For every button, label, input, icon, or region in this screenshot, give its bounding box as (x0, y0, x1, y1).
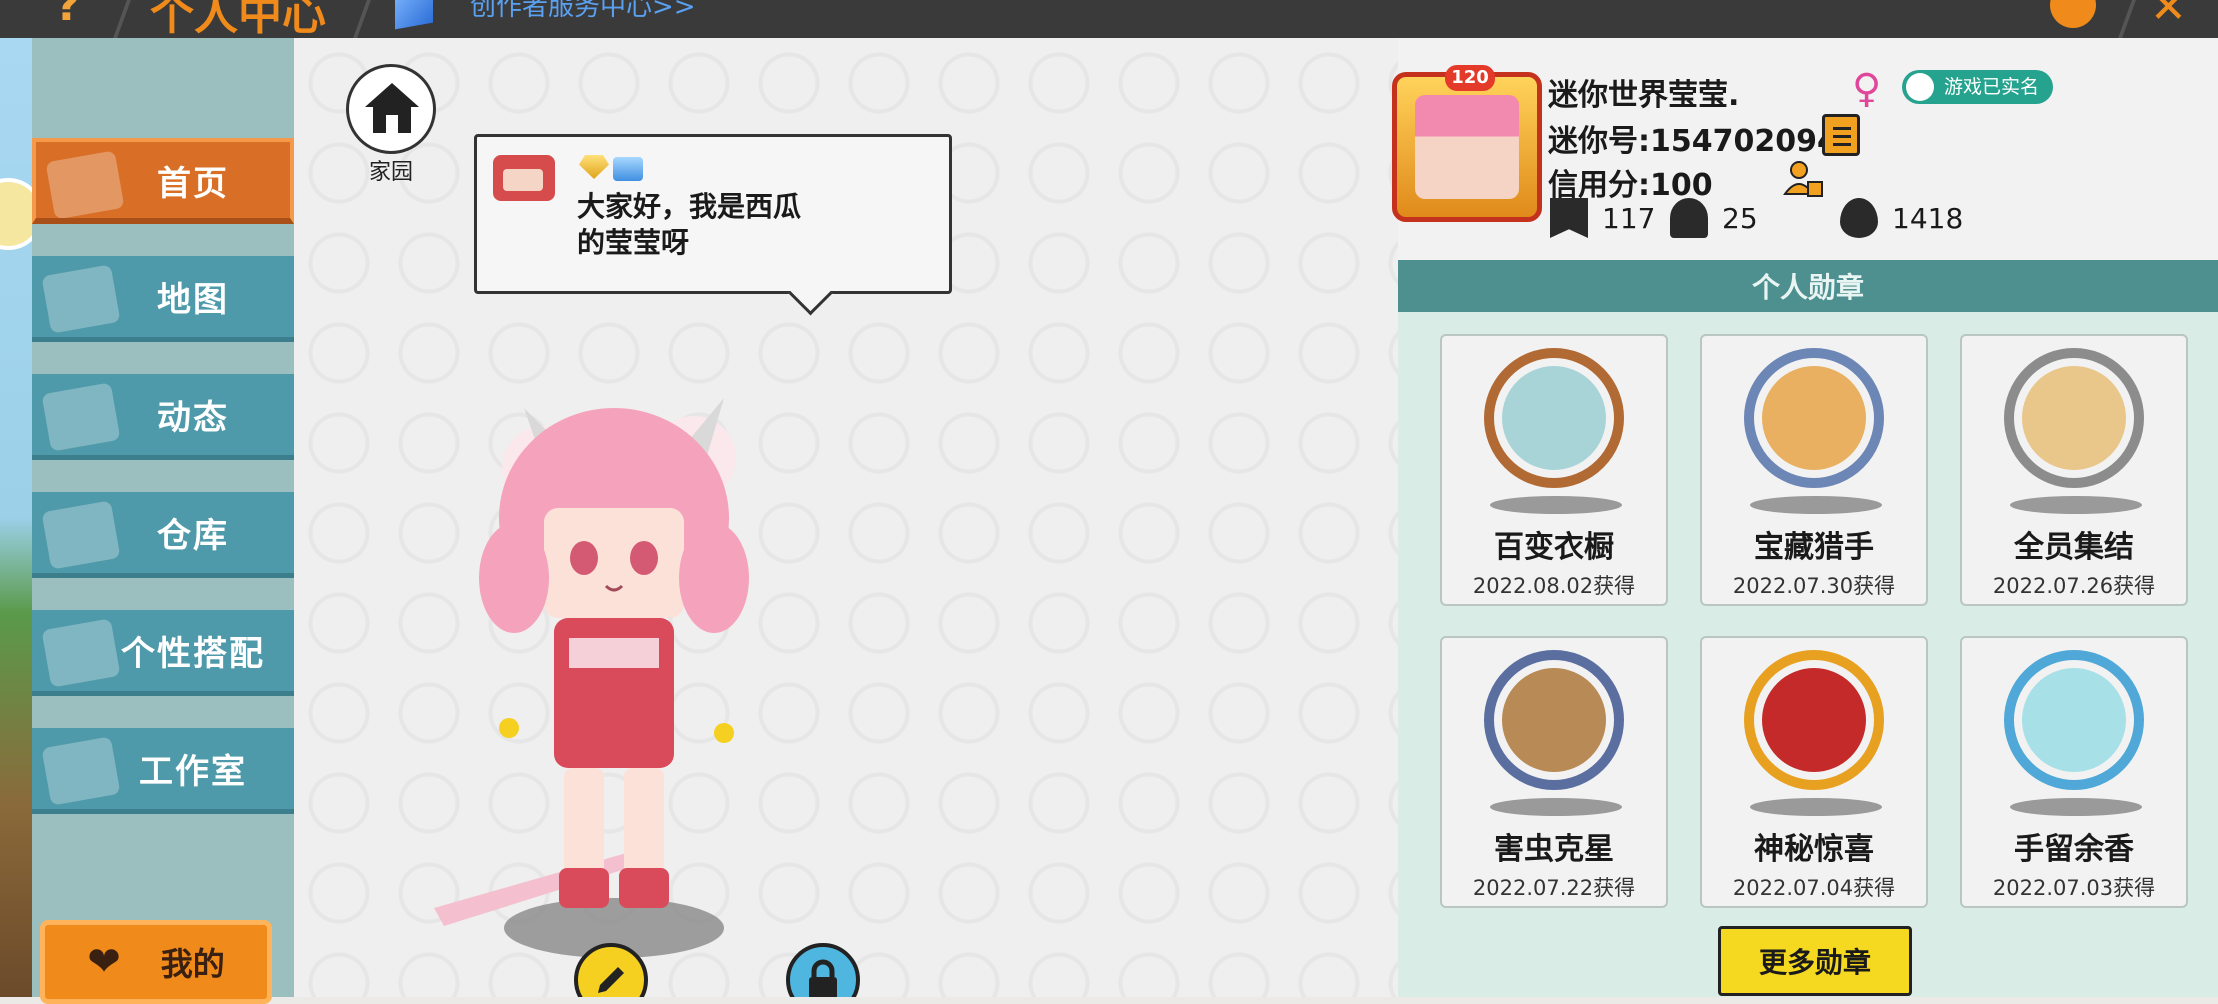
more-badges-button[interactable]: 更多勋章 (1718, 926, 1912, 996)
house-icon (365, 83, 419, 133)
badge-name: 害虫克星 (1494, 832, 1614, 867)
sidebar-item-outfit[interactable]: 个性搭配 (32, 610, 294, 696)
homeland-button[interactable] (346, 64, 436, 154)
badge-card[interactable]: 神秘惊喜 2022.07.04获得 (1700, 636, 1928, 908)
character-showcase: 家园 大家好，我是西瓜的莹莹呀 (294, 38, 1398, 997)
sidebar-item-feed[interactable]: 动态 (32, 374, 294, 460)
heart-icon: ❤ (87, 939, 121, 985)
lock-button[interactable] (786, 943, 860, 997)
medal-shadow (2010, 496, 2142, 514)
page-title: 个人中心 (150, 0, 326, 38)
blue-gem-icon (613, 157, 643, 181)
sidebar-item-home[interactable]: 首页 (32, 138, 294, 224)
wardrobe-medal-icon (1484, 348, 1624, 488)
medal-shadow (1490, 496, 1622, 514)
creator-cube-icon (395, 0, 433, 30)
fragrance-medal-icon (2004, 650, 2144, 790)
credit-person-icon[interactable] (1782, 158, 1824, 200)
badge-card[interactable]: 百变衣橱 2022.08.02获得 (1440, 334, 1668, 606)
badge-card[interactable]: 全员集结 2022.07.26获得 (1960, 334, 2188, 606)
badge-name: 手留余香 (2014, 832, 2134, 867)
badge-name: 神秘惊喜 (1754, 832, 1874, 867)
profile-header: 120 迷你世界莹莹. ♀ 游戏已实名 迷你号:1547020946 信用分:1… (1392, 38, 2218, 260)
badge-card[interactable]: 害虫克星 2022.07.22获得 (1440, 636, 1668, 908)
sidebar: 首页 地图 动态 仓库 个性搭配 工作室 ❤ 我的 (32, 38, 294, 1004)
assemble-medal-icon (2004, 348, 2144, 488)
homeland-label: 家园 (368, 160, 413, 185)
avatar-face-icon (493, 155, 555, 201)
female-gender-icon: ♀ (1852, 66, 1882, 112)
mine-button[interactable]: ❤ 我的 (40, 920, 272, 1004)
badge-date: 2022.07.22获得 (1472, 876, 1636, 900)
fans-count: 25 (1722, 201, 1758, 235)
sidebar-item-label: 地图 (157, 280, 229, 320)
topbar-divider (113, 0, 131, 38)
edit-signature-button[interactable] (574, 943, 648, 997)
close-icon[interactable]: ✕ (2150, 0, 2187, 33)
badge-card[interactable]: 宝藏猎手 2022.07.30获得 (1700, 334, 1928, 606)
pest-medal-icon (1484, 650, 1624, 790)
settings-gear-icon[interactable] (2050, 0, 2096, 28)
sidebar-item-label: 工作室 (139, 752, 247, 792)
medal-shadow (1750, 798, 1882, 816)
top-bar: ? 个人中心 创作者服务中心>> ✕ (0, 0, 2218, 38)
signature-bubble[interactable]: 大家好，我是西瓜的莹莹呀 (474, 134, 952, 294)
mini-id: 迷你号:1547020946 (1548, 124, 1859, 159)
badge-date: 2022.07.30获得 (1732, 574, 1896, 598)
creator-service-link[interactable]: 创作者服务中心>> (470, 0, 696, 23)
gift-medal-icon (1744, 650, 1884, 790)
level-badge: 120 (1445, 65, 1495, 91)
avatar-face (1415, 95, 1519, 199)
gold-gem-icon (579, 155, 609, 179)
lock-icon (809, 959, 837, 997)
badge-date: 2022.07.03获得 (1992, 876, 2156, 900)
copy-id-icon[interactable] (1822, 114, 1860, 156)
topbar-divider (353, 0, 371, 38)
medal-shadow (1490, 798, 1622, 816)
favorites-count: 117 (1602, 201, 1656, 235)
character-model[interactable] (394, 348, 954, 968)
profile-panel: 120 迷你世界莹莹. ♀ 游戏已实名 迷你号:1547020946 信用分:1… (1392, 38, 2218, 997)
sidebar-item-warehouse[interactable]: 仓库 (32, 492, 294, 578)
realname-verified-badge: 游戏已实名 (1902, 70, 2054, 104)
treasure-medal-icon (1744, 348, 1884, 488)
medal-shadow (2010, 798, 2142, 816)
badge-card[interactable]: 手留余香 2022.07.03获得 (1960, 636, 2188, 908)
bookmark-plus-icon (1550, 198, 1588, 238)
pencil-icon (598, 967, 624, 993)
favorites-stat[interactable]: 117 (1550, 198, 1655, 238)
sidebar-item-label: 动态 (157, 398, 229, 438)
avatar[interactable]: 120 (1392, 65, 1542, 222)
heat-count: 1418 (1892, 201, 1964, 235)
cheering-person-icon (1670, 198, 1708, 238)
badge-grid: 百变衣橱 2022.08.02获得 宝藏猎手 2022.07.30获得 全员集结… (1398, 312, 2218, 997)
sidebar-item-label: 首页 (157, 163, 229, 204)
sidebar-item-label: 个性搭配 (121, 634, 265, 674)
flame-icon (1840, 198, 1878, 238)
badge-name: 宝藏猎手 (1754, 530, 1874, 565)
heat-stat[interactable]: 1418 (1840, 198, 1963, 238)
badge-section-header: 个人勋章 (1398, 260, 2218, 312)
fans-stat[interactable]: 25 (1670, 198, 1758, 238)
help-icon[interactable]: ? (55, 0, 81, 31)
player-name: 迷你世界莹莹. (1548, 78, 1740, 113)
signature-text: 大家好，我是西瓜的莹莹呀 (577, 190, 802, 259)
topbar-divider (2118, 0, 2136, 38)
sidebar-item-map[interactable]: 地图 (32, 256, 294, 342)
badge-name: 全员集结 (2014, 530, 2134, 565)
mine-label: 我的 (160, 945, 225, 983)
medal-shadow (1750, 496, 1882, 514)
badge-date: 2022.07.04获得 (1732, 876, 1896, 900)
badge-date: 2022.07.26获得 (1992, 574, 2156, 598)
sidebar-item-label: 仓库 (157, 516, 229, 556)
sidebar-item-studio[interactable]: 工作室 (32, 728, 294, 814)
badge-date: 2022.08.02获得 (1472, 574, 1636, 598)
badge-name: 百变衣橱 (1494, 530, 1614, 565)
